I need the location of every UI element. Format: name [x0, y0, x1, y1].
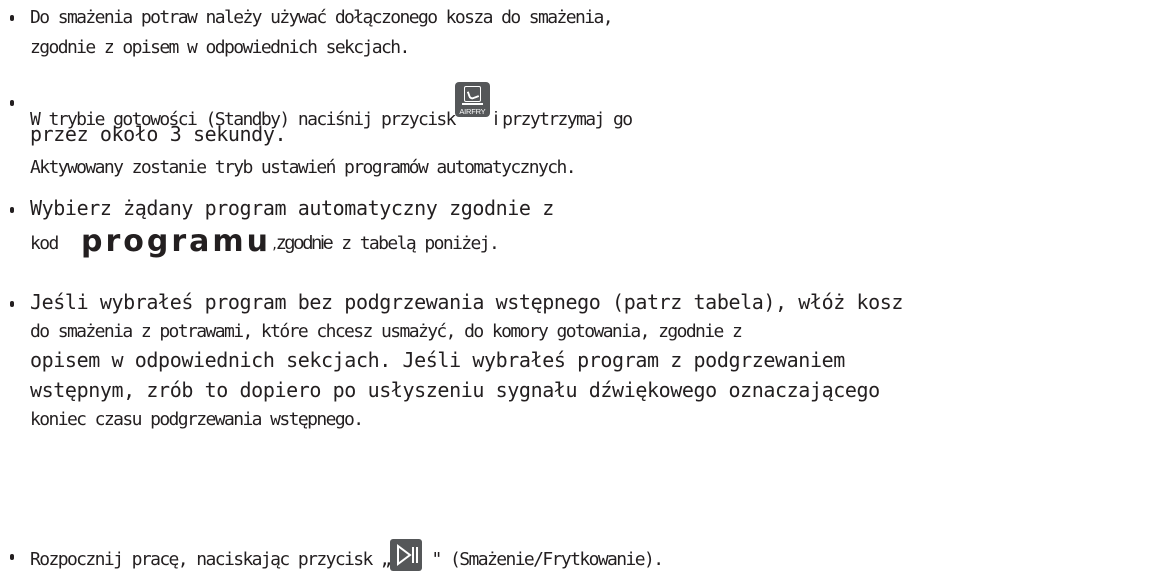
bullet — [10, 207, 14, 213]
text-line: Jeśli wybrałeś program bez podgrzewania … — [30, 290, 903, 314]
text-line: koniec czasu podgrzewania wstępnego. — [30, 409, 364, 430]
bullet — [10, 15, 14, 21]
bullet — [10, 301, 14, 307]
text-segment: przytrzymaj go — [502, 109, 633, 130]
text-line: Wybierz żądany program automatyczny zgod… — [30, 196, 554, 220]
text-line: Do smażenia potraw należy używać dołączo… — [30, 7, 614, 28]
text-line: wstępnym, zrób to dopiero po usłyszeniu … — [30, 378, 880, 402]
text-segment: z tabelą poniżej. — [341, 233, 500, 254]
text-line: Aktywowany zostanie tryb ustawień progra… — [30, 157, 577, 178]
text-segment: kod — [30, 233, 59, 254]
icon-label: AIRFRY — [459, 107, 486, 116]
text-line: przez około 3 sekundy. — [30, 122, 287, 146]
text-line: Rozpocznij pracę, naciskając przycisk „ … — [30, 539, 664, 577]
text-segment: Rozpocznij pracę, naciskając przycisk — [30, 549, 373, 570]
text-segment: (Smażenie/Frytkowanie). — [450, 549, 664, 570]
text-line: kod programu,zgodnie z tabelą poniżej. — [30, 224, 500, 260]
play-pause-icon — [390, 539, 423, 571]
text-line: do smażenia z potrawami, które chcesz us… — [30, 320, 743, 344]
text-segment: „ — [381, 549, 392, 570]
text-segment: zgodnie — [276, 233, 334, 254]
text-line: zgodnie z opisem w odpowiednich sekcjach… — [30, 37, 410, 58]
text-segment: Jeśli wybrałeś program bez podgrzewania … — [30, 290, 904, 314]
text-segment: " — [431, 549, 443, 570]
text-line: opisem w odpowiednich sekcjach. Jeśli wy… — [30, 348, 845, 372]
icon-base — [461, 103, 483, 105]
airfry-button-icon: AIRFRY — [454, 82, 490, 117]
text-segment: programu — [80, 224, 271, 259]
bullet — [10, 554, 14, 560]
bullet — [10, 100, 14, 106]
text-segment: do smażenia z potrawami, które chcesz us… — [30, 321, 743, 342]
text-segment: i — [493, 109, 499, 130]
